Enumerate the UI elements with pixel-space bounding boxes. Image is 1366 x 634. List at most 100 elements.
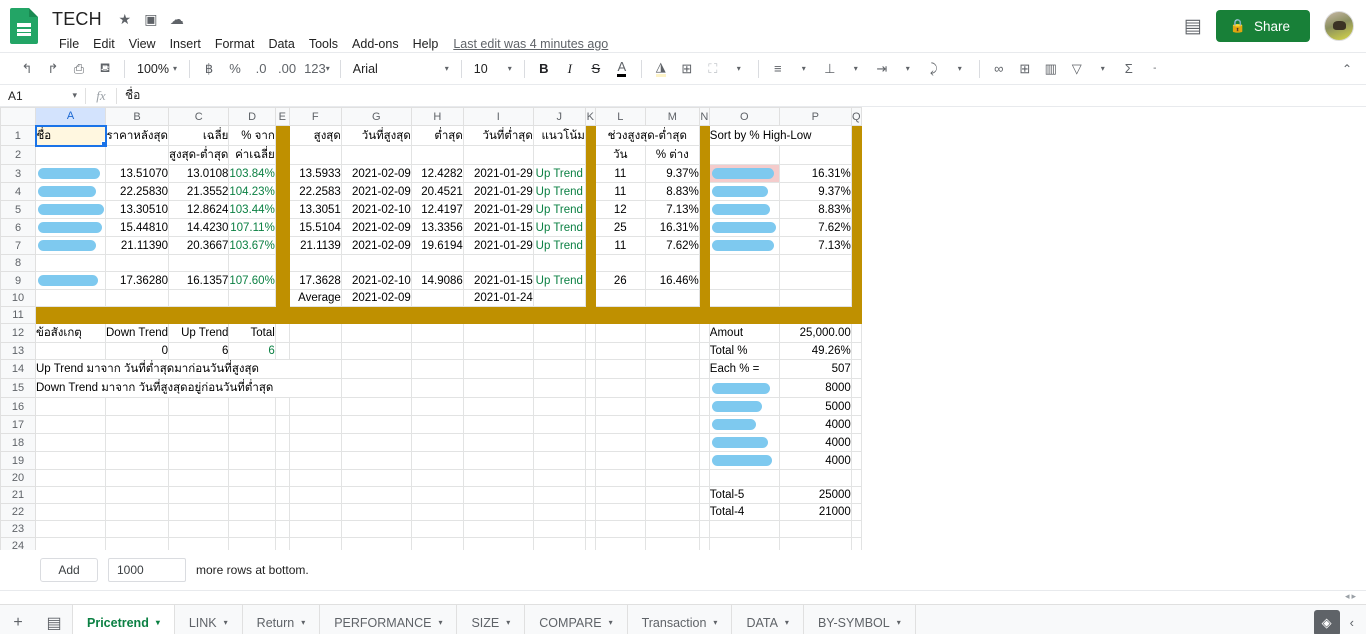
sheet-tab-return[interactable]: Return ▾ (243, 605, 321, 634)
cell-B7[interactable]: 21.11390 (105, 236, 170, 255)
cell-O24[interactable] (709, 537, 780, 550)
cell-G13[interactable] (341, 342, 412, 360)
cell-C12[interactable]: Up Trend (168, 323, 230, 343)
cell-J7[interactable]: Up Trend (533, 236, 586, 255)
cell-E19[interactable] (275, 451, 290, 470)
cell-M7[interactable]: 7.62% (645, 236, 700, 255)
row-header-17[interactable]: 17 (0, 415, 36, 434)
cell-L21[interactable] (595, 486, 646, 504)
cell-Q3[interactable] (851, 164, 862, 183)
cell-G21[interactable] (341, 486, 412, 504)
cell-M9[interactable]: 16.46% (645, 271, 700, 290)
cell-B24[interactable] (105, 537, 170, 550)
column-header-q[interactable]: Q (850, 107, 862, 126)
cell-P3[interactable]: 16.31% (779, 164, 852, 183)
cell-D13[interactable]: 6 (228, 342, 276, 360)
cell-I16[interactable] (463, 397, 534, 416)
cell-D6[interactable]: 107.11% (228, 218, 276, 237)
cell-H10[interactable] (411, 289, 464, 307)
column-header-f[interactable]: F (288, 107, 342, 126)
text-color-button[interactable]: A (609, 56, 635, 82)
chevron-down-icon[interactable]: ▾ (224, 618, 228, 627)
cell-O20[interactable] (709, 469, 780, 487)
row-header-19[interactable]: 19 (0, 451, 36, 470)
row-header-1[interactable]: 1 (0, 125, 36, 146)
column-header-d[interactable]: D (228, 107, 276, 126)
cell-P8[interactable] (779, 254, 852, 272)
row-header-18[interactable]: 18 (0, 433, 36, 452)
cell-L18[interactable] (595, 433, 646, 452)
cell-H8[interactable] (411, 254, 464, 272)
cell-B5[interactable]: 13.30510 (105, 200, 170, 219)
column-header-a[interactable]: A (35, 107, 106, 126)
column-header-h[interactable]: H (410, 107, 464, 126)
cell-J8[interactable] (533, 254, 586, 272)
cell-I19[interactable] (463, 451, 534, 470)
cell-O12[interactable]: Amout (709, 323, 780, 343)
cell-K2[interactable] (585, 145, 596, 165)
cell-N1[interactable] (699, 125, 710, 146)
cell-O8[interactable] (709, 254, 780, 272)
cell-K18[interactable] (585, 433, 596, 452)
cell-I17[interactable] (463, 415, 534, 434)
cell-A7[interactable] (35, 236, 106, 255)
cell-Q7[interactable] (851, 236, 862, 255)
cell-Q24[interactable] (851, 537, 862, 550)
cell-L5[interactable]: 12 (595, 200, 646, 219)
cell-K5[interactable] (585, 200, 596, 219)
cell-C9[interactable]: 16.1357 (168, 271, 230, 290)
cell-H2[interactable] (411, 145, 464, 165)
cell-P2[interactable] (779, 145, 852, 165)
cell-B3[interactable]: 13.51070 (105, 164, 170, 183)
cell-Q8[interactable] (851, 254, 862, 272)
cell-M15[interactable] (645, 378, 700, 398)
cell-M8[interactable] (645, 254, 700, 272)
cell-M2[interactable]: % ต่าง (645, 145, 700, 165)
menu-item-help[interactable]: Help (406, 35, 446, 53)
cell-L1[interactable]: ช่วงสูงสุด-ต่ำสุด (595, 125, 700, 146)
cell-K24[interactable] (585, 537, 596, 550)
column-header-b[interactable]: B (104, 107, 170, 126)
cell-H6[interactable]: 13.3356 (411, 218, 464, 237)
redo-icon[interactable]: ↱ (40, 56, 66, 82)
cell-D12[interactable]: Total (228, 323, 276, 343)
cell-A24[interactable] (35, 537, 106, 550)
cell-E22[interactable] (275, 503, 290, 521)
cell-C19[interactable] (168, 451, 230, 470)
cell-J9[interactable]: Up Trend (533, 271, 586, 290)
cell-O14[interactable]: Each % = (709, 359, 780, 379)
cell-A15[interactable]: Down Trend มาจาก วันที่สูงสุดอยู่ก่อนวัน… (35, 378, 342, 398)
cell-D8[interactable] (228, 254, 276, 272)
cell-N23[interactable] (699, 520, 710, 538)
column-header-k[interactable]: K (584, 107, 596, 126)
cell-D2[interactable]: ค่าเฉลี่ย (228, 145, 276, 165)
cell-G1[interactable]: วันที่สูงสุด (341, 125, 412, 146)
print-icon[interactable]: ⎙ (66, 56, 92, 82)
menu-item-edit[interactable]: Edit (86, 35, 122, 53)
cell-L15[interactable] (595, 378, 646, 398)
cell-J24[interactable] (533, 537, 586, 550)
cell-C8[interactable] (168, 254, 230, 272)
cell-G3[interactable]: 2021-02-09 (341, 164, 412, 183)
formula-input[interactable]: ชื่อ (117, 86, 1366, 105)
cell-O2[interactable] (709, 145, 780, 165)
cell-P20[interactable] (779, 469, 852, 487)
cell-J18[interactable] (533, 433, 586, 452)
cell-Q20[interactable] (851, 469, 862, 487)
row-header-4[interactable]: 4 (0, 182, 36, 201)
cell-H21[interactable] (411, 486, 464, 504)
cell-F23[interactable] (289, 520, 342, 538)
row-header-6[interactable]: 6 (0, 218, 36, 237)
cell-D20[interactable] (228, 469, 276, 487)
cell-I4[interactable]: 2021-01-29 (463, 182, 534, 201)
cell-G17[interactable] (341, 415, 412, 434)
cell-E21[interactable] (275, 486, 290, 504)
cell-M13[interactable] (645, 342, 700, 360)
cell-B20[interactable] (105, 469, 170, 487)
cell-B18[interactable] (105, 433, 170, 452)
cell-K21[interactable] (585, 486, 596, 504)
row-header-24[interactable]: 24 (0, 537, 36, 550)
cell-D19[interactable] (228, 451, 276, 470)
sheet-tab-transaction[interactable]: Transaction ▾ (628, 605, 733, 634)
cell-N7[interactable] (699, 236, 710, 255)
